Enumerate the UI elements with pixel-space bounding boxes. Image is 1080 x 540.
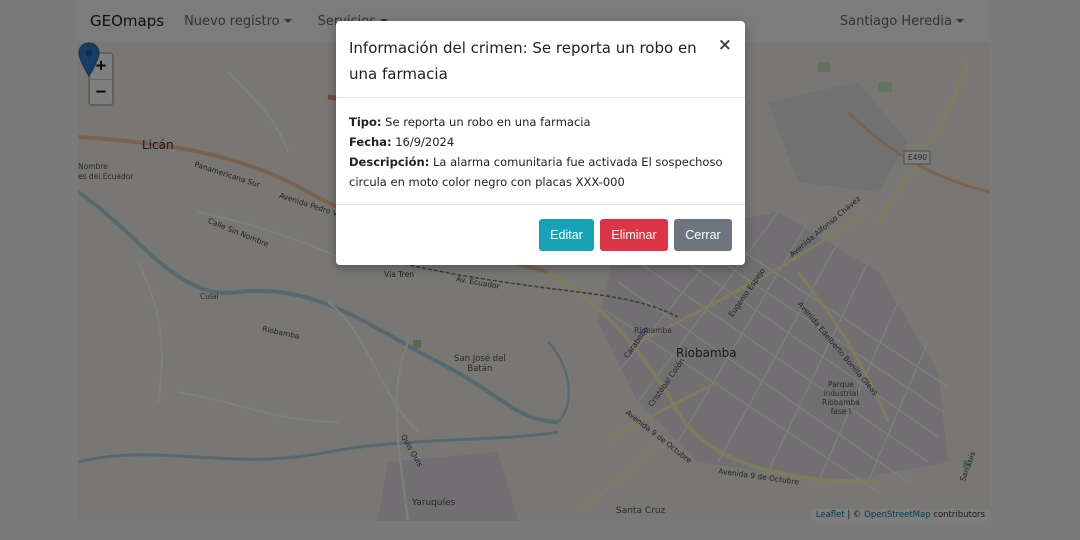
delete-button[interactable]: Eliminar bbox=[600, 219, 668, 251]
close-icon[interactable]: × bbox=[718, 35, 732, 55]
tipo-value: Se reporta un robo en una farmacia bbox=[381, 115, 591, 129]
descripcion-label: Descripción: bbox=[349, 155, 430, 169]
modal-header: Información del crimen: Se reporta un ro… bbox=[336, 21, 745, 98]
crime-info-modal: Información del crimen: Se reporta un ro… bbox=[336, 21, 745, 265]
close-button[interactable]: Cerrar bbox=[674, 219, 732, 251]
fecha-label: Fecha: bbox=[349, 135, 392, 149]
modal-footer: Editar Eliminar Cerrar bbox=[336, 205, 745, 265]
modal-body: Tipo: Se reporta un robo en una farmacia… bbox=[336, 98, 745, 205]
field-tipo: Tipo: Se reporta un robo en una farmacia bbox=[349, 112, 732, 132]
edit-button[interactable]: Editar bbox=[539, 219, 594, 251]
fecha-value: 16/9/2024 bbox=[391, 135, 455, 149]
modal-title: Información del crimen: Se reporta un ro… bbox=[349, 39, 697, 83]
field-fecha: Fecha: 16/9/2024 bbox=[349, 132, 732, 152]
field-descripcion: Descripción: La alarma comunitaria fue a… bbox=[349, 152, 732, 192]
tipo-label: Tipo: bbox=[349, 115, 382, 129]
